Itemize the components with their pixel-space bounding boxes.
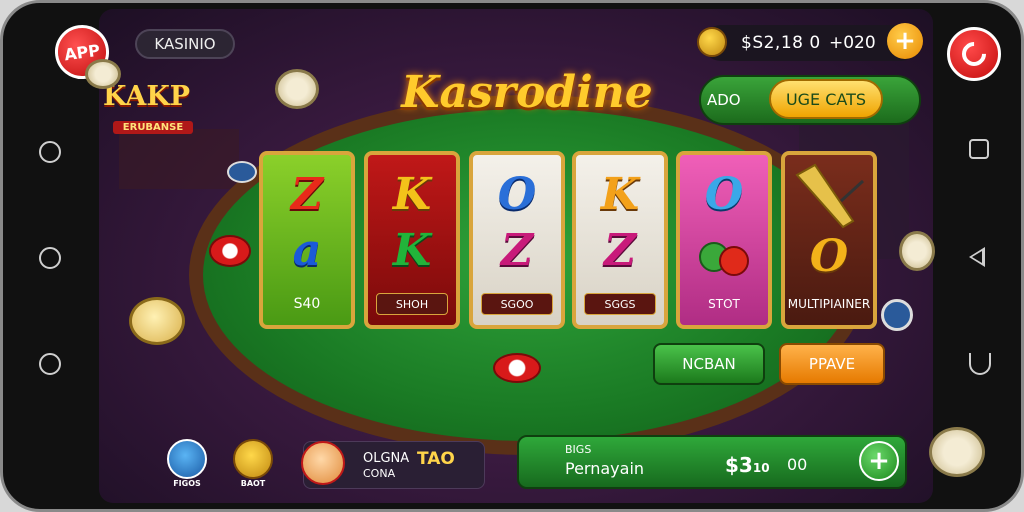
- reel-5-top-symbol: O: [704, 169, 744, 220]
- reel-1-top-symbol: Z: [290, 169, 324, 220]
- game-logo: Kasrodine: [401, 67, 653, 118]
- refresh-button[interactable]: [947, 27, 1001, 81]
- chip-red-left: [209, 235, 251, 267]
- bet-amount-value: $3: [725, 453, 753, 477]
- back-button[interactable]: [969, 247, 985, 267]
- left-logo-sub: ERUBANSE: [113, 121, 193, 134]
- left-bottom-button[interactable]: [39, 353, 61, 375]
- coin-delta: +020: [829, 33, 876, 53]
- reel-1-label: S40: [293, 296, 321, 312]
- promo-label: ADO: [707, 91, 741, 109]
- player-avatar[interactable]: [301, 441, 345, 485]
- refresh-icon: [957, 37, 991, 71]
- bet-plus-button[interactable]: +: [859, 441, 899, 481]
- left-top-button[interactable]: [39, 141, 61, 163]
- coin-bag-icon: [697, 27, 727, 57]
- chip-right-1: [899, 231, 935, 271]
- reel-4-top-symbol: K: [600, 169, 640, 220]
- reel-2-mid-symbol: K: [392, 225, 432, 276]
- bet-amount: $310: [725, 453, 770, 477]
- horn-icon: [795, 163, 865, 229]
- reel-6-label: MULTIPIAINER: [787, 297, 871, 311]
- reel-5[interactable]: O STOT: [676, 151, 772, 329]
- coin-balance: $S2,18 0: [741, 33, 821, 53]
- reel-2-top-symbol: K: [392, 169, 432, 220]
- reel-6[interactable]: O MULTIPIAINER: [781, 151, 877, 329]
- bet-bar-icon-text: 00: [787, 455, 808, 474]
- reel-1-mid-symbol: a: [292, 225, 322, 276]
- reel-3-label: SGOO: [481, 293, 553, 315]
- bet-bar-small-label: BIGS: [565, 443, 592, 456]
- add-coins-button[interactable]: +: [887, 23, 923, 59]
- reel-6-mid-symbol: O: [809, 231, 849, 282]
- left-mid-button[interactable]: [39, 247, 61, 269]
- reel-4-mid-symbol: Z: [603, 225, 637, 276]
- player-sub: CONA: [363, 467, 396, 480]
- reel-4[interactable]: K Z SGGS: [572, 151, 668, 329]
- fruit-icon: [699, 242, 749, 276]
- reel-3[interactable]: O Z SGOO: [469, 151, 565, 329]
- baot-label: BAOT: [240, 479, 266, 488]
- reel-2-label: SHOH: [376, 293, 448, 315]
- chip-bottom-right: [929, 427, 985, 477]
- recents-button[interactable]: [969, 139, 989, 159]
- figos-icon[interactable]: [167, 439, 207, 479]
- kasino-label[interactable]: KASINIO: [135, 29, 235, 59]
- chip-gold-left: [129, 297, 185, 345]
- home-button[interactable]: [969, 353, 991, 375]
- ppave-button[interactable]: PPAVE: [779, 343, 885, 385]
- reel-2[interactable]: K K SHOH: [364, 151, 460, 329]
- reel-3-mid-symbol: Z: [500, 225, 534, 276]
- reel-1[interactable]: Z a S40: [259, 151, 355, 329]
- player-name: OLGNA: [363, 451, 410, 466]
- chip-right-2: [881, 299, 913, 331]
- reel-4-label: SGGS: [584, 293, 656, 315]
- reel-5-label: STOT: [708, 297, 740, 311]
- ncban-button[interactable]: NCBAN: [653, 343, 765, 385]
- bet-amount-sub: 10: [752, 461, 770, 475]
- promo-button[interactable]: UGE CATS: [769, 79, 883, 119]
- chip-blue-left: [227, 161, 257, 183]
- chip-red-center: [493, 353, 541, 383]
- phone-frame: APP KASINIO $S2,18 0 +020 + Kasrodine KA…: [0, 0, 1024, 512]
- chip-top-left-2: [85, 59, 121, 89]
- bet-bar-title: Pernayain: [565, 459, 645, 478]
- player-tag: TAO: [417, 449, 455, 469]
- chip-top-left: [275, 69, 319, 109]
- left-logo-title: KAKP: [103, 81, 191, 112]
- baot-icon[interactable]: [233, 439, 273, 479]
- reel-3-top-symbol: O: [497, 169, 537, 220]
- figos-label: FIGOS: [173, 479, 201, 488]
